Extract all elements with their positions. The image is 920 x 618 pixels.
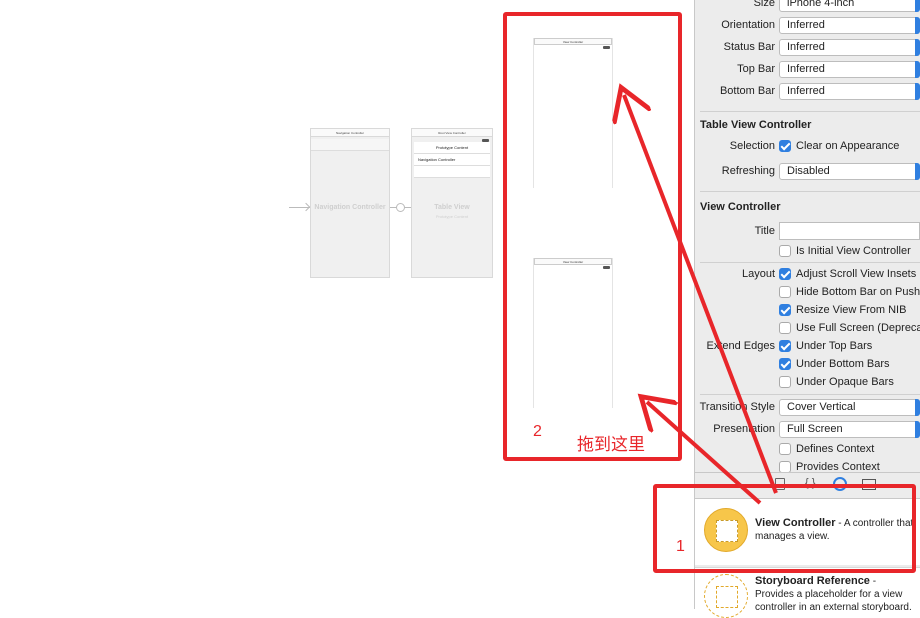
annotation-arrows <box>0 0 778 505</box>
annotation-arrow-up <box>624 95 778 494</box>
annotation-arrow-left <box>647 402 762 505</box>
